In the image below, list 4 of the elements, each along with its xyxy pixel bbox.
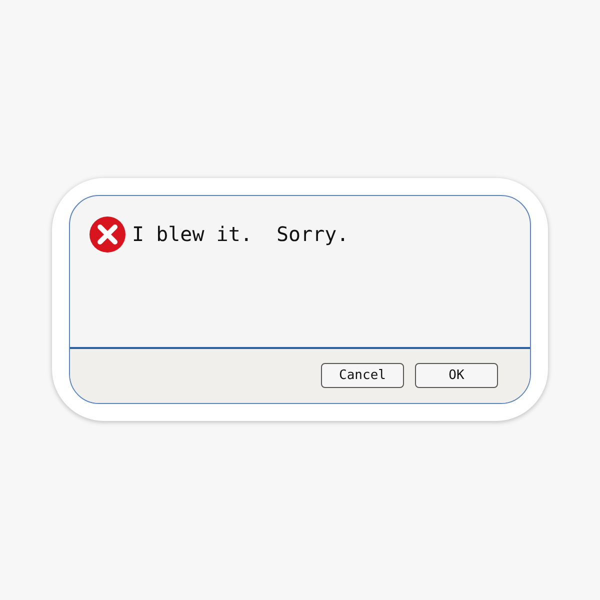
- dialog-button[interactable]: OK: [415, 363, 498, 388]
- dialog-message: I blew it. Sorry.: [132, 222, 349, 246]
- dialog-button[interactable]: Cancel: [321, 363, 404, 388]
- error-icon: [89, 216, 126, 252]
